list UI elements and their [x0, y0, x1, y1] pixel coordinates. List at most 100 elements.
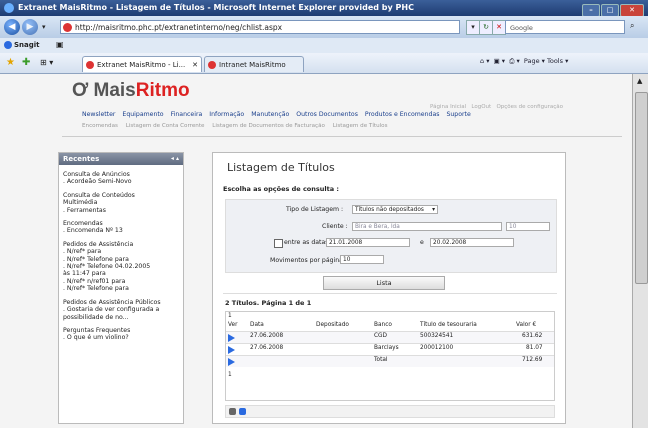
tipo-listagem-select[interactable]: Títulos não depositados ▾: [352, 205, 438, 214]
subnav-listagem-titulos[interactable]: Listagem de Títulos: [333, 123, 388, 129]
print-icon[interactable]: [229, 408, 236, 415]
quick-tabs-icon[interactable]: ⊞ ▾: [40, 58, 53, 67]
sub-nav: Encomendas Listagem de Conta Corrente Li…: [82, 123, 394, 129]
subnav-documentos-facturacao[interactable]: Listagem de Documentos de Facturação: [212, 123, 325, 129]
date-to-field[interactable]: 20.02.2008: [430, 238, 514, 247]
subnav-encomendas[interactable]: Encomendas: [82, 123, 118, 129]
sidebar-link[interactable]: . N/ref* n/ref01 para: [63, 278, 183, 285]
col-header-ver: Ver: [228, 322, 238, 328]
sidebar-link[interactable]: . O que é um violino?: [63, 334, 183, 341]
cell-titulo: 500324541: [420, 333, 454, 339]
cell-total-valor: 712.69: [522, 357, 543, 363]
page-tools-menu[interactable]: Page ▾ Tools ▾: [524, 57, 568, 65]
maisritmo-logo[interactable]: Ơ MaisRitmo: [72, 80, 190, 102]
table-row[interactable]: 27.06.2008 Barclays 200012100 81.07: [226, 343, 554, 355]
cell-valor: 81.07: [526, 345, 543, 351]
sidebar-link[interactable]: . Gostaria de ver configurada a: [63, 306, 183, 313]
page-scrollbar[interactable]: ▲: [632, 74, 648, 428]
snagit-link[interactable]: Snagit: [14, 41, 40, 49]
snagit-capture-icon[interactable]: ▣: [56, 40, 64, 49]
main-content: Listagem de Títulos Escolha as opções de…: [212, 152, 566, 424]
sidebar-header: Recentes ◂ ▴: [59, 153, 183, 165]
export-icon[interactable]: [239, 408, 246, 415]
sidebar-link[interactable]: . N/ref* Telefone para: [63, 256, 183, 263]
sidebar-collapse-icon[interactable]: ◂ ▴: [171, 153, 179, 165]
add-favorites-icon[interactable]: ✚: [22, 57, 30, 68]
logo-ritmo: Ritmo: [135, 80, 190, 101]
table-row[interactable]: 27.06.2008 CGD 500324541 631.62: [226, 331, 554, 343]
sidebar-group: Perguntas Frequentes . O que é um violin…: [63, 327, 183, 342]
scrollbar-thumb[interactable]: [635, 92, 648, 284]
sidebar-link[interactable]: . Encomenda Nº 13: [63, 227, 183, 234]
tab-intranet[interactable]: Intranet MaisRitmo: [204, 56, 304, 72]
url-text: http://maisritmo.phc.pt/extranetinterno/…: [75, 23, 283, 32]
e-label: e: [420, 239, 424, 246]
sidebar-link[interactable]: . N/ref* para: [63, 248, 183, 255]
nav-informacao[interactable]: Informação: [209, 111, 244, 118]
movimentos-label: Movimentos por página :: [270, 257, 348, 264]
search-input[interactable]: Google: [505, 20, 625, 34]
snagit-icon: [4, 41, 12, 49]
back-button[interactable]: ◀: [4, 19, 20, 35]
sidebar-group-title[interactable]: Consulta de Anúncios: [63, 171, 183, 178]
date-filter-checkbox[interactable]: [274, 239, 283, 248]
search-icon[interactable]: ⌕: [630, 21, 634, 31]
stop-icon[interactable]: ✕: [492, 20, 506, 35]
nav-financeira[interactable]: Financeira: [171, 111, 203, 118]
nav-newsletter[interactable]: Newsletter: [82, 111, 115, 118]
header-divider: [62, 136, 622, 137]
sidebar-group-title[interactable]: Encomendas: [63, 220, 183, 227]
sidebar-group-title[interactable]: Multimédia: [63, 199, 183, 206]
settings-link[interactable]: Opções de configuração: [496, 104, 563, 110]
nav-manutencao[interactable]: Manutenção: [251, 111, 289, 118]
view-arrow-icon[interactable]: [228, 334, 235, 342]
logout-link[interactable]: LogOut: [471, 104, 491, 110]
tab-extranet-label: Extranet MaisRitmo - Li...: [97, 61, 186, 69]
tab-close-icon[interactable]: ✕: [192, 57, 198, 72]
view-arrow-icon[interactable]: [228, 346, 235, 354]
tabs-bar: ★ ✚ ⊞ ▾ Extranet MaisRitmo - Li... ✕ Int…: [0, 53, 648, 74]
refresh-icon[interactable]: ↻: [479, 20, 493, 35]
main-nav: Newsletter Equipamento Financeira Inform…: [82, 111, 476, 118]
pager-top[interactable]: 1: [228, 313, 232, 319]
url-field[interactable]: http://maisritmo.phc.pt/extranetinterno/…: [60, 20, 460, 34]
movimentos-field[interactable]: 10: [340, 255, 384, 264]
date-from-field[interactable]: 21.01.2008: [326, 238, 410, 247]
sidebar-link[interactable]: às 11:47 para: [63, 270, 183, 277]
titles-table: 1 Ver Data Depositado Banco Título de te…: [225, 311, 555, 401]
sidebar-group-title[interactable]: Pedidos de Assistência Públicos: [63, 299, 183, 306]
tab-extranet[interactable]: Extranet MaisRitmo - Li... ✕: [82, 56, 202, 72]
col-header-banco: Banco: [374, 322, 392, 328]
nav-outros-documentos[interactable]: Outros Documentos: [296, 111, 358, 118]
cell-titulo: 200012100: [420, 345, 454, 351]
favorites-star-icon[interactable]: ★: [6, 57, 15, 68]
cell-banco: Barclays: [374, 345, 399, 351]
nav-suporte[interactable]: Suporte: [446, 111, 470, 118]
history-dropdown-icon[interactable]: ▾: [42, 23, 46, 31]
scroll-up-icon[interactable]: ▲: [637, 77, 642, 85]
url-dropdown-icon[interactable]: ▾: [466, 20, 480, 35]
table-toolbar: [225, 405, 555, 418]
nav-produtos-encomendas[interactable]: Produtos e Encomendas: [365, 111, 440, 118]
sidebar-group: Pedidos de Assistência . N/ref* para . N…: [63, 241, 183, 293]
cliente-field[interactable]: Bira e Bera, lda: [352, 222, 502, 231]
command-bar[interactable]: ⌂ ▾ ▣ ▾ ⎙ ▾ Page ▾ Tools ▾: [480, 57, 568, 66]
cell-banco: CGD: [374, 333, 388, 339]
sidebar-link[interactable]: possibilidade de no...: [63, 314, 183, 321]
view-arrow-icon[interactable]: [228, 358, 235, 366]
sidebar-group-title[interactable]: Pedidos de Assistência: [63, 241, 183, 248]
sidebar-link[interactable]: . Ferramentas: [63, 207, 183, 214]
sidebar-link[interactable]: . N/ref* Telefone para: [63, 285, 183, 292]
col-header-depositado: Depositado: [316, 322, 349, 328]
forward-button[interactable]: ▶: [22, 19, 38, 35]
tab-favicon: [208, 61, 216, 69]
nav-equipamento[interactable]: Equipamento: [122, 111, 163, 118]
sidebar-link[interactable]: . Acordeão Semi-Novo: [63, 178, 183, 185]
sidebar-group: Pedidos de Assistência Públicos . Gostar…: [63, 299, 183, 321]
recent-sidebar: Recentes ◂ ▴ Consulta de Anúncios . Acor…: [58, 152, 184, 424]
home-link[interactable]: Página Inicial: [430, 104, 466, 110]
subnav-conta-corrente[interactable]: Listagem de Conta Corrente: [126, 123, 205, 129]
cliente-number-field[interactable]: 10: [506, 222, 550, 231]
lista-button[interactable]: Lista: [323, 276, 445, 290]
pager-bottom[interactable]: 1: [228, 372, 232, 378]
